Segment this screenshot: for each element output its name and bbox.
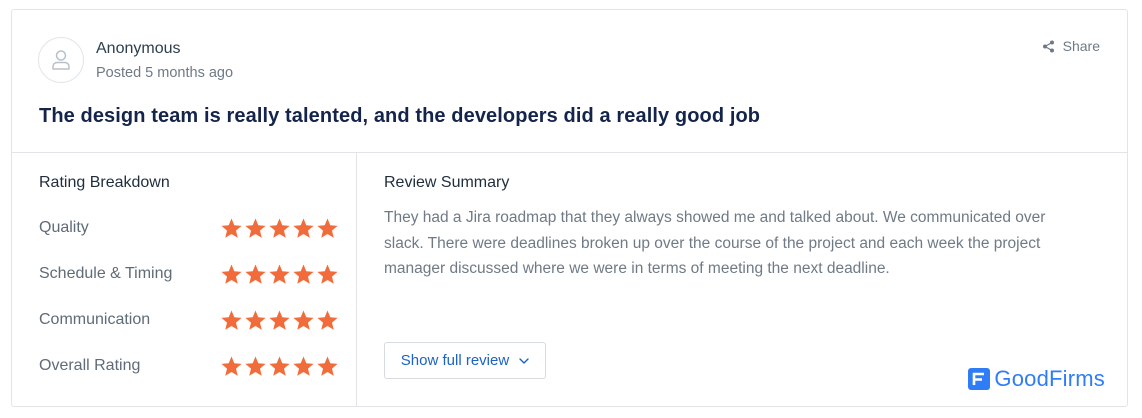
star-icon xyxy=(221,217,242,238)
star-icon xyxy=(221,355,242,376)
posted-date: Posted 5 months ago xyxy=(96,65,234,81)
rating-breakdown-heading: Rating Breakdown xyxy=(39,174,170,191)
star-icon xyxy=(269,355,290,376)
star-icon xyxy=(269,309,290,330)
rating-row-communication: Communication xyxy=(39,306,339,334)
rating-label: Communication xyxy=(39,311,151,328)
star-icon xyxy=(221,309,242,330)
rating-breakdown: Rating Breakdown Quality Schedule & Timi… xyxy=(12,153,357,406)
share-label: Share xyxy=(1062,38,1100,54)
rating-row-quality: Quality xyxy=(39,214,339,242)
star-rating xyxy=(220,309,339,332)
rating-label: Schedule & Timing xyxy=(39,265,173,282)
share-icon xyxy=(1042,40,1054,52)
star-rating xyxy=(220,263,339,286)
review-summary-heading: Review Summary xyxy=(384,174,510,191)
user-icon xyxy=(52,50,70,70)
star-icon xyxy=(245,217,266,238)
star-icon xyxy=(245,309,266,330)
star-icon xyxy=(245,355,266,376)
chevron-down-icon xyxy=(519,357,529,364)
review-card: Anonymous Posted 5 months ago Share The … xyxy=(11,9,1128,407)
avatar xyxy=(38,37,84,83)
star-icon xyxy=(245,263,266,284)
goodfirms-logo-icon xyxy=(968,368,991,390)
show-full-review-label: Show full review xyxy=(400,352,510,369)
star-icon xyxy=(317,309,338,330)
star-icon xyxy=(293,263,314,284)
share-button[interactable]: Share xyxy=(1042,38,1100,54)
star-icon xyxy=(269,217,290,238)
star-rating xyxy=(220,217,339,240)
goodfirms-logo-text: GoodFirms xyxy=(994,366,1105,391)
rating-row-overall: Overall Rating xyxy=(39,352,339,380)
star-icon xyxy=(293,217,314,238)
author-name: Anonymous xyxy=(96,40,181,57)
star-icon xyxy=(317,355,338,376)
review-body: Rating Breakdown Quality Schedule & Timi… xyxy=(12,153,1127,406)
rating-row-schedule: Schedule & Timing xyxy=(39,260,339,288)
star-icon xyxy=(317,217,338,238)
review-title: The design team is really talented, and … xyxy=(39,105,761,127)
star-rating xyxy=(220,355,339,378)
star-icon xyxy=(269,263,290,284)
show-full-review-button[interactable]: Show full review xyxy=(384,342,546,379)
rating-label: Overall Rating xyxy=(39,357,141,374)
star-icon xyxy=(221,263,242,284)
star-icon xyxy=(317,263,338,284)
review-summary: Review Summary They had a Jira roadmap t… xyxy=(357,153,1127,406)
rating-label: Quality xyxy=(39,219,89,236)
review-header: Anonymous Posted 5 months ago Share The … xyxy=(12,10,1127,153)
star-icon xyxy=(293,355,314,376)
goodfirms-logo: GoodFirms xyxy=(968,366,1105,392)
review-summary-text: They had a Jira roadmap that they always… xyxy=(384,209,1046,277)
star-icon xyxy=(293,309,314,330)
